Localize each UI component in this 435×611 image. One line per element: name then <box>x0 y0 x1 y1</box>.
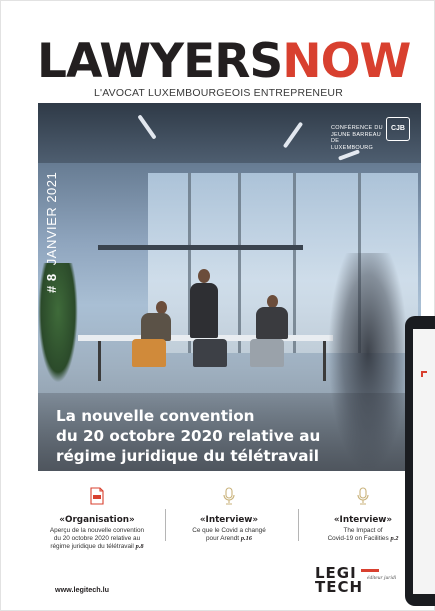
feature-desc-line: du 20 octobre 2020 relative au <box>53 535 141 542</box>
headline-line: du 20 octobre 2020 relative au <box>56 427 321 445</box>
feature-page-ref: p.8 <box>135 543 144 550</box>
publisher-logo: CJB <box>386 117 410 141</box>
feature-desc-line: pour Arendt <box>205 535 240 542</box>
magazine-cover: LAWYERSNOW L'AVOCAT LUXEMBOURGEOIS ENTRE… <box>0 0 435 611</box>
window-mullion <box>238 173 241 353</box>
feature-description: The Impact of Covid-19 on Facilities p.2 <box>303 527 423 543</box>
feature-interview-arendt: «Interview» Ce que le Covid a changé pou… <box>169 487 289 543</box>
publisher-text: CONFÉRENCE DU JEUNE BARREAU DE LUXEMBOUR… <box>331 125 383 151</box>
website-link[interactable]: www.legitech.lu <box>55 585 109 594</box>
column-divider <box>298 509 299 541</box>
tablet-corner-mark <box>421 371 427 377</box>
pendant-lamp <box>98 245 303 250</box>
chair <box>132 339 166 367</box>
feature-desc-line: The Impact of <box>343 527 383 534</box>
tablet-screen <box>413 329 435 594</box>
feature-title: «Interview» <box>199 515 259 525</box>
table-leg <box>98 341 101 381</box>
feature-desc-line: Covid-19 on Facilities <box>327 535 389 542</box>
column-divider <box>165 509 166 541</box>
person <box>141 313 171 341</box>
feature-title: «Organisation» <box>59 515 135 525</box>
feature-interview-facilities: «Interview» The Impact of Covid-19 on Fa… <box>303 487 423 543</box>
publisher-line: DE LUXEMBOURG <box>331 138 374 151</box>
feature-title: «Interview» <box>333 515 393 525</box>
legitech-logo: LEGI TECH <box>315 566 379 596</box>
feature-organisation: «Organisation» Aperçu de la nouvelle con… <box>37 487 157 551</box>
chair <box>193 339 227 367</box>
title-part-now: NOW <box>282 34 411 89</box>
cover-headline: La nouvelle convention du 20 octobre 202… <box>56 406 396 466</box>
microphone-icon <box>223 487 235 505</box>
feature-description: Aperçu de la nouvelle convention du 20 o… <box>37 527 157 551</box>
feature-description: Ce que le Covid a changé pour Arendt p.1… <box>169 527 289 543</box>
window-mullion <box>293 173 296 353</box>
title-part-lawyers: LAWYERS <box>37 34 283 89</box>
pdf-document-icon <box>90 487 104 505</box>
headline-line: régime juridique du télétravail <box>56 447 319 465</box>
publisher-line: CONFÉRENCE DU <box>331 125 383 131</box>
logo-line: TECH <box>315 578 364 596</box>
tagline: L'AVOCAT LUXEMBOURGEOIS ENTREPRENEUR <box>93 87 343 99</box>
feature-page-ref: p.2 <box>390 535 399 542</box>
logo-subtitle: éditeur juridi <box>367 575 397 581</box>
feature-desc-line: Aperçu de la nouvelle convention <box>49 527 145 534</box>
logo-accent-bar <box>361 569 379 572</box>
feature-desc-line: Ce que le Covid a changé <box>192 527 266 534</box>
feature-desc-line: régime juridique du télétravail <box>50 543 134 550</box>
chair <box>250 339 284 367</box>
person-head <box>198 269 210 283</box>
feature-page-ref: p.16 <box>240 535 252 542</box>
issue-date: JANVIER 2021 <box>44 171 59 266</box>
issue-number: # 8 <box>44 273 59 293</box>
microphone-icon <box>357 487 369 505</box>
magazine-title: LAWYERSNOW <box>37 38 417 85</box>
table-leg <box>323 341 326 381</box>
issue-label: # 8 JANVIER 2021 <box>44 172 59 293</box>
cover-photo: # 8 JANVIER 2021 CONFÉRENCE DU JEUNE BAR… <box>38 103 421 471</box>
person <box>190 283 218 338</box>
person <box>256 307 288 339</box>
headline-line: La nouvelle convention <box>56 407 255 425</box>
